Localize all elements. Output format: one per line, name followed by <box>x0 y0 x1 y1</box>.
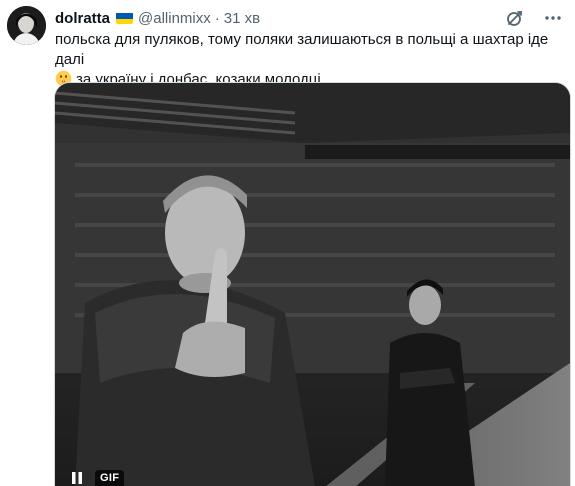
tweet[interactable]: dolratta @allinmixx · 31 хв польска для … <box>0 0 575 486</box>
user-handle[interactable]: @allinmixx <box>138 10 211 27</box>
header-actions <box>505 8 563 28</box>
display-name[interactable]: dolratta <box>55 10 110 27</box>
tweet-text: польска для пуляков, тому поляки залишаю… <box>55 30 560 90</box>
gif-frame <box>55 83 570 486</box>
gif-controls: GIF <box>67 469 125 486</box>
avatar-image <box>7 6 46 45</box>
gif-badge: GIF <box>95 469 125 486</box>
ukraine-flag-icon <box>116 12 134 24</box>
tweet-header: dolratta @allinmixx · 31 хв <box>55 8 563 28</box>
separator-dot: · <box>214 9 220 27</box>
pause-icon[interactable] <box>67 469 87 486</box>
tweet-text-line: польска для пуляков, тому поляки залишаю… <box>55 31 549 68</box>
avatar[interactable] <box>7 6 46 45</box>
timestamp[interactable]: 31 хв <box>224 10 260 27</box>
grok-icon[interactable] <box>505 8 525 28</box>
gif-media[interactable]: GIF <box>54 82 571 486</box>
more-dots-icon[interactable] <box>543 8 563 28</box>
